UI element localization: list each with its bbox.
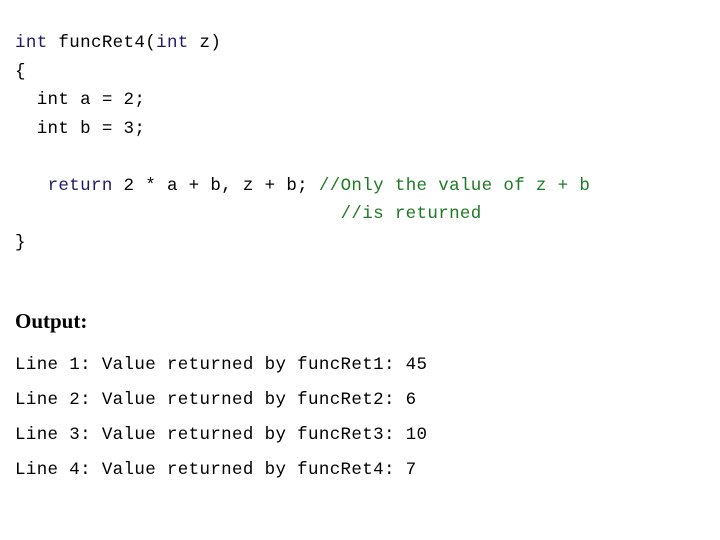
output-console: Line 1: Value returned by funcRet1: 45 Li… bbox=[15, 348, 705, 488]
code-line-decl-a: int a = 2; bbox=[15, 86, 715, 115]
output-line: Line 2: Value returned by funcRet2: 6 bbox=[15, 390, 417, 410]
output-line: Line 1: Value returned by funcRet1: 45 bbox=[15, 355, 428, 375]
code-line-open-brace: { bbox=[15, 58, 715, 87]
code-token-keyword: return bbox=[47, 175, 113, 196]
code-listing: int funcRet4(int z) { int a = 2; int b = … bbox=[15, 29, 715, 257]
code-token-plain: int a = 2; bbox=[15, 90, 146, 110]
output-line: Line 4: Value returned by funcRet4: 7 bbox=[15, 460, 417, 480]
output-heading: Output: bbox=[15, 309, 88, 333]
code-token-plain: 2 * a + b, z + b; bbox=[112, 175, 319, 196]
code-token-comment: //is returned bbox=[340, 204, 482, 224]
code-token-plain: z) bbox=[188, 33, 222, 53]
code-token-plain: funcRet4( bbox=[47, 33, 157, 53]
code-line-return-statement: return 2 * a + b, z + b; //Only the valu… bbox=[15, 172, 715, 201]
slide-canvas: int funcRet4(int z) { int a = 2; int b = … bbox=[0, 0, 720, 540]
code-token-keyword: int bbox=[156, 33, 189, 53]
code-token-plain: { bbox=[15, 61, 26, 82]
output-line: Line 3: Value returned by funcRet3: 10 bbox=[15, 425, 428, 445]
code-line-decl-b: int b = 3; bbox=[15, 115, 715, 144]
code-token-comment: //Only the value of z + b bbox=[318, 175, 591, 196]
code-token-plain: } bbox=[15, 232, 26, 253]
code-line-comment-continuation: //is returned bbox=[15, 200, 715, 229]
code-line-signature: int funcRet4(int z) bbox=[15, 29, 715, 58]
code-token-plain: int b = 3; bbox=[15, 118, 146, 139]
code-line-close-brace: } bbox=[15, 229, 715, 258]
code-token-keyword: int bbox=[15, 33, 48, 53]
